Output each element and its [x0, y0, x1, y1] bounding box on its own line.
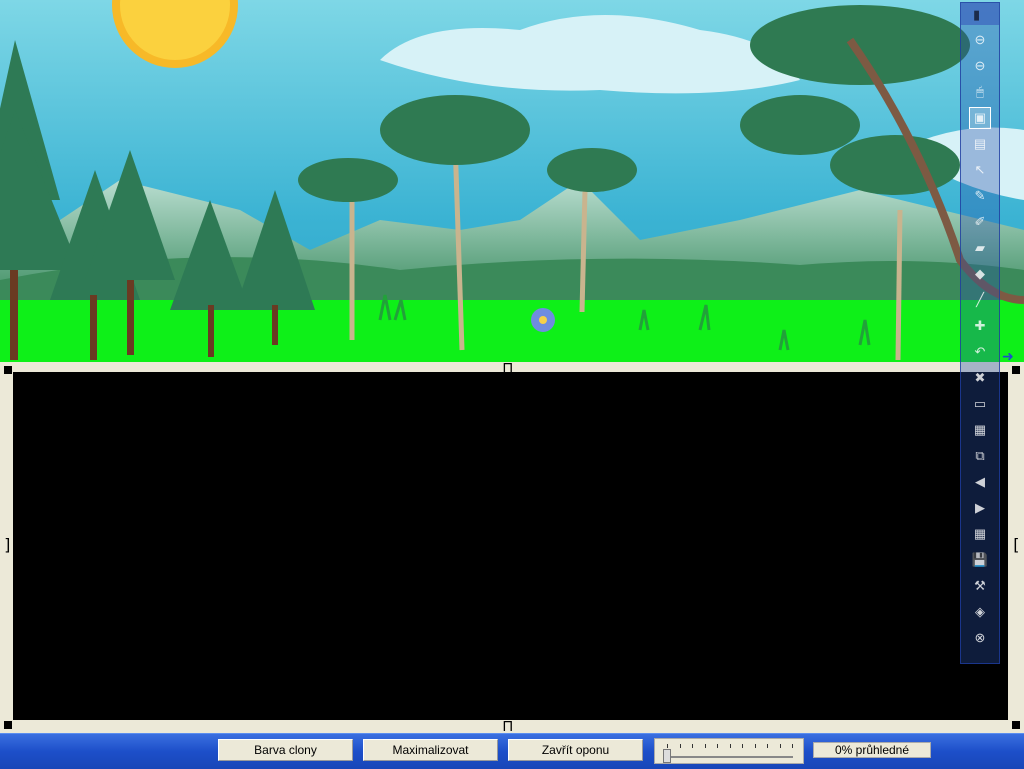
slider-tick [792, 744, 793, 748]
maximize-button[interactable]: Maximalizovat [363, 739, 498, 761]
slider-tick [692, 744, 693, 748]
table-icon[interactable]: ▦ [969, 523, 991, 545]
expand-arrow-icon[interactable]: ➜ [1002, 348, 1014, 365]
resize-handle-left[interactable]: ] [3, 537, 13, 553]
back-arrow-icon[interactable]: ◀ [969, 471, 991, 493]
curtain-shade-area [13, 372, 1008, 720]
resize-handle-top[interactable]: ⊓ [503, 360, 513, 376]
slider-tick [742, 744, 743, 748]
resize-handle-top-right[interactable] [1012, 366, 1020, 374]
curtain-control-bar: Barva clony Maximalizovat Zavřít oponu 0… [0, 733, 1024, 769]
page-copy-icon[interactable]: ▣ [969, 107, 991, 129]
toolbar-header[interactable]: ▮ [961, 3, 999, 25]
resize-handle-top-left[interactable] [4, 366, 12, 374]
slider-tick [767, 744, 768, 748]
resize-handle-bottom-right[interactable] [1012, 721, 1020, 729]
pen-icon[interactable]: ✎ [969, 185, 991, 207]
slider-tick [779, 744, 781, 748]
landscape-image [0, 0, 1024, 362]
circle-up-icon[interactable]: ⊖ [969, 29, 991, 51]
slider-tick [717, 744, 718, 748]
add-icon[interactable]: ✚ [969, 315, 991, 337]
screen-shade-icon[interactable]: ▤ [969, 133, 991, 155]
delete-icon[interactable]: ✖ [969, 367, 991, 389]
opacity-slider[interactable] [654, 738, 804, 764]
highlighter-icon[interactable]: ✐ [969, 211, 991, 233]
floating-toolbar: ▮ ⊖ ⊖ 🖱 ▣ ▤ ↖ ✎ ✐ ▰ ◆ ╱ ✚ ↶ ✖ ▭ ▦ ⧉ ◀ ▶ ▦ 💾 ⚒ ◈ ⊗ [960, 2, 1000, 664]
trash-icon[interactable]: ▮ [973, 7, 980, 23]
eraser-tool-icon[interactable]: ◈ [969, 601, 991, 623]
shapes-icon[interactable]: ◆ [969, 263, 991, 285]
slider-tick [754, 744, 756, 748]
resize-handle-bottom-left[interactable] [4, 721, 12, 729]
slider-thumb[interactable] [663, 749, 671, 763]
line-icon[interactable]: ╱ [969, 289, 991, 311]
curtain-color-button[interactable]: Barva clony [218, 739, 353, 761]
tools-icon[interactable]: ⚒ [969, 575, 991, 597]
slider-track [665, 756, 793, 758]
slider-tick [679, 744, 681, 748]
screen-curtain[interactable]: ⊓ ⊓ ] [ [0, 360, 1024, 734]
close-curtain-button[interactable]: Zavřít oponu [508, 739, 643, 761]
undo-icon[interactable]: ↶ [969, 341, 991, 363]
page-icon[interactable]: ▦ [969, 419, 991, 441]
eraser-icon[interactable]: ▰ [969, 237, 991, 259]
slider-tick [667, 744, 668, 748]
background-scene [0, 0, 1024, 362]
circle-down-icon[interactable]: ⊖ [969, 55, 991, 77]
slider-tick [704, 744, 706, 748]
save-icon[interactable]: 💾 [969, 549, 991, 571]
select-arrow-icon[interactable]: ↖ [969, 159, 991, 181]
resize-handle-right[interactable]: [ [1011, 537, 1021, 553]
new-page-icon[interactable]: ▭ [969, 393, 991, 415]
slider-tick [729, 744, 731, 748]
forward-arrow-icon[interactable]: ▶ [969, 497, 991, 519]
opacity-readout: 0% průhledné [813, 742, 931, 758]
close-icon[interactable]: ⊗ [969, 627, 991, 649]
resize-handle-bottom[interactable]: ⊓ [503, 718, 513, 734]
mouse-icon[interactable]: 🖱 [969, 81, 991, 103]
duplicate-icon[interactable]: ⧉ [969, 445, 991, 467]
